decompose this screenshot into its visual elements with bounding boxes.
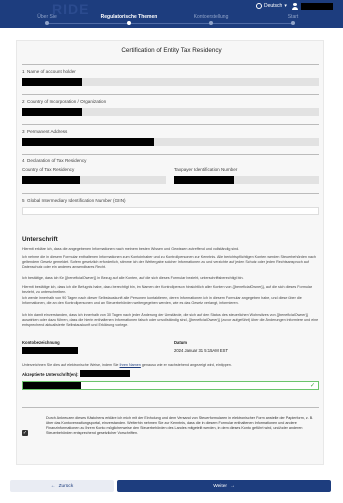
account-label: Kontobezeichnung (22, 340, 60, 345)
permanent-address-field[interactable] (22, 138, 319, 146)
accepted-signature-redacted (80, 370, 130, 377)
progress-stepper: Über Sie Regulatorische Themen Kontoerst… (0, 14, 343, 28)
top-navigation-bar: RIDE Deutsch ▾ Über Sie Regulatorische T… (0, 0, 343, 28)
field-label-account-holder: Name of account holder (27, 69, 76, 74)
next-button-label: Weiter (213, 483, 227, 489)
stepper-track (47, 23, 293, 24)
taxpayer-id-field[interactable] (174, 176, 319, 184)
arrow-left-icon: ← (50, 483, 56, 489)
step-label-regulatory: Regulatorische Themen (100, 14, 158, 20)
redacted-value (22, 176, 80, 184)
declaration-paragraph: Hiermit bestätige ich, dass ich die Befu… (22, 285, 313, 294)
divider (22, 64, 319, 65)
country-tax-residency-field[interactable] (22, 176, 166, 184)
signature-input[interactable]: ✓ (22, 381, 319, 390)
user-name-redacted (301, 3, 333, 10)
date-label: Datum (174, 340, 188, 345)
divider (22, 407, 319, 408)
field-label-country-incorporation: Country of Incorporation / Organization (27, 99, 107, 104)
divider (22, 94, 319, 95)
check-icon: ✓ (309, 383, 315, 389)
back-button-label: Zurück (58, 483, 74, 489)
step-dot (209, 21, 213, 25)
redacted-value (174, 176, 234, 184)
divider (22, 193, 319, 194)
redacted-value (22, 138, 154, 146)
step-label-start: Start (287, 14, 299, 20)
step-dot-active (127, 21, 131, 25)
declaration-paragraph: Ich nehme die in diesem Formular enthalt… (22, 255, 316, 269)
step-dot (291, 21, 295, 25)
divider (22, 154, 319, 155)
declaration-paragraph: Ich bestätige, dass ich für {{beneficial… (22, 276, 244, 280)
country-incorporation-field[interactable] (22, 108, 319, 116)
user-icon[interactable] (292, 3, 298, 10)
language-selector[interactable]: Deutsch ▾ (256, 3, 287, 9)
chevron-down-icon: ▾ (284, 3, 287, 9)
account-name-redacted (22, 347, 78, 354)
declaration-paragraph: Ich bin damit einverstanden, dass ich in… (22, 313, 319, 327)
arrow-right-icon: → (229, 483, 235, 489)
sign-instructions: Unterzeichnen Sie dies auf elektronische… (22, 363, 320, 368)
your-name-link[interactable]: Ihren Namen (120, 363, 141, 367)
globe-icon (256, 3, 262, 9)
field-number: 4 (22, 158, 25, 163)
field-number: 1 (22, 69, 25, 74)
sign-intro-prefix: Unterzeichnen Sie dies auf elektronische… (22, 363, 119, 367)
date-value: 2024 Januar 31 5:15AM EST (174, 348, 229, 353)
field-number: 2 (22, 99, 25, 104)
consent-checkbox[interactable]: ✓ (22, 430, 28, 436)
step-label-about-you: Über Sie (37, 14, 57, 20)
declaration-paragraph: Hiermit erkläre ich, dass die angegebene… (22, 247, 240, 251)
sign-intro-suffix: genauso wie er nachstehend angezeigt wir… (141, 363, 232, 367)
language-label: Deutsch (264, 3, 283, 9)
field-label-tax-residency: Declaration of Tax Residency (27, 158, 87, 163)
next-button[interactable]: Weiter → (117, 480, 331, 492)
step-dot (45, 21, 49, 25)
step-label-account-creation: Kontoerstellung (193, 14, 229, 20)
form-title: Certification of Entity Tax Residency (121, 47, 222, 54)
signature-heading: Unterschrift (22, 236, 58, 243)
redacted-value (22, 108, 82, 116)
account-holder-field[interactable] (22, 78, 319, 86)
divider (22, 124, 319, 125)
country-tax-residency-label: Country of Tax Residency (22, 167, 75, 172)
declaration-paragraph: Ich werde innerhalb von 90 Tagen nach di… (22, 296, 302, 305)
field-label-permanent-address: Permanent Address (27, 129, 68, 134)
taxpayer-id-label: Taxpayer Identification Number (174, 167, 238, 172)
field-number: 5 (22, 198, 25, 203)
field-label-giin: Global Intermediary Identification Numbe… (27, 198, 126, 203)
typed-signature-redacted (23, 382, 81, 389)
back-button[interactable]: ← Zurück (10, 480, 114, 492)
field-number: 3 (22, 129, 25, 134)
giin-field[interactable] (22, 207, 319, 215)
redacted-value (22, 78, 82, 86)
consent-text: Durch Ankreuzen dieses Kästchens erkläre… (46, 416, 314, 435)
accepted-signatures-label: Akzeptierte Unterschrift(en): (22, 372, 79, 377)
